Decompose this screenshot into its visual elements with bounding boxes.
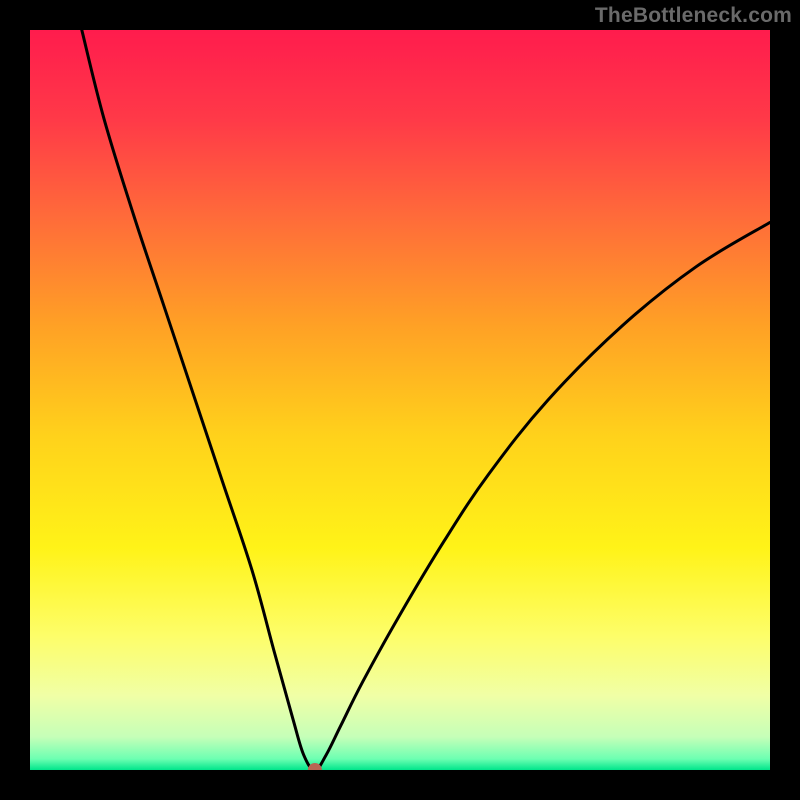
chart-frame: TheBottleneck.com xyxy=(0,0,800,800)
plot-area xyxy=(30,30,770,770)
watermark-text: TheBottleneck.com xyxy=(595,4,792,28)
chart-svg xyxy=(30,30,770,770)
gradient-background xyxy=(30,30,770,770)
